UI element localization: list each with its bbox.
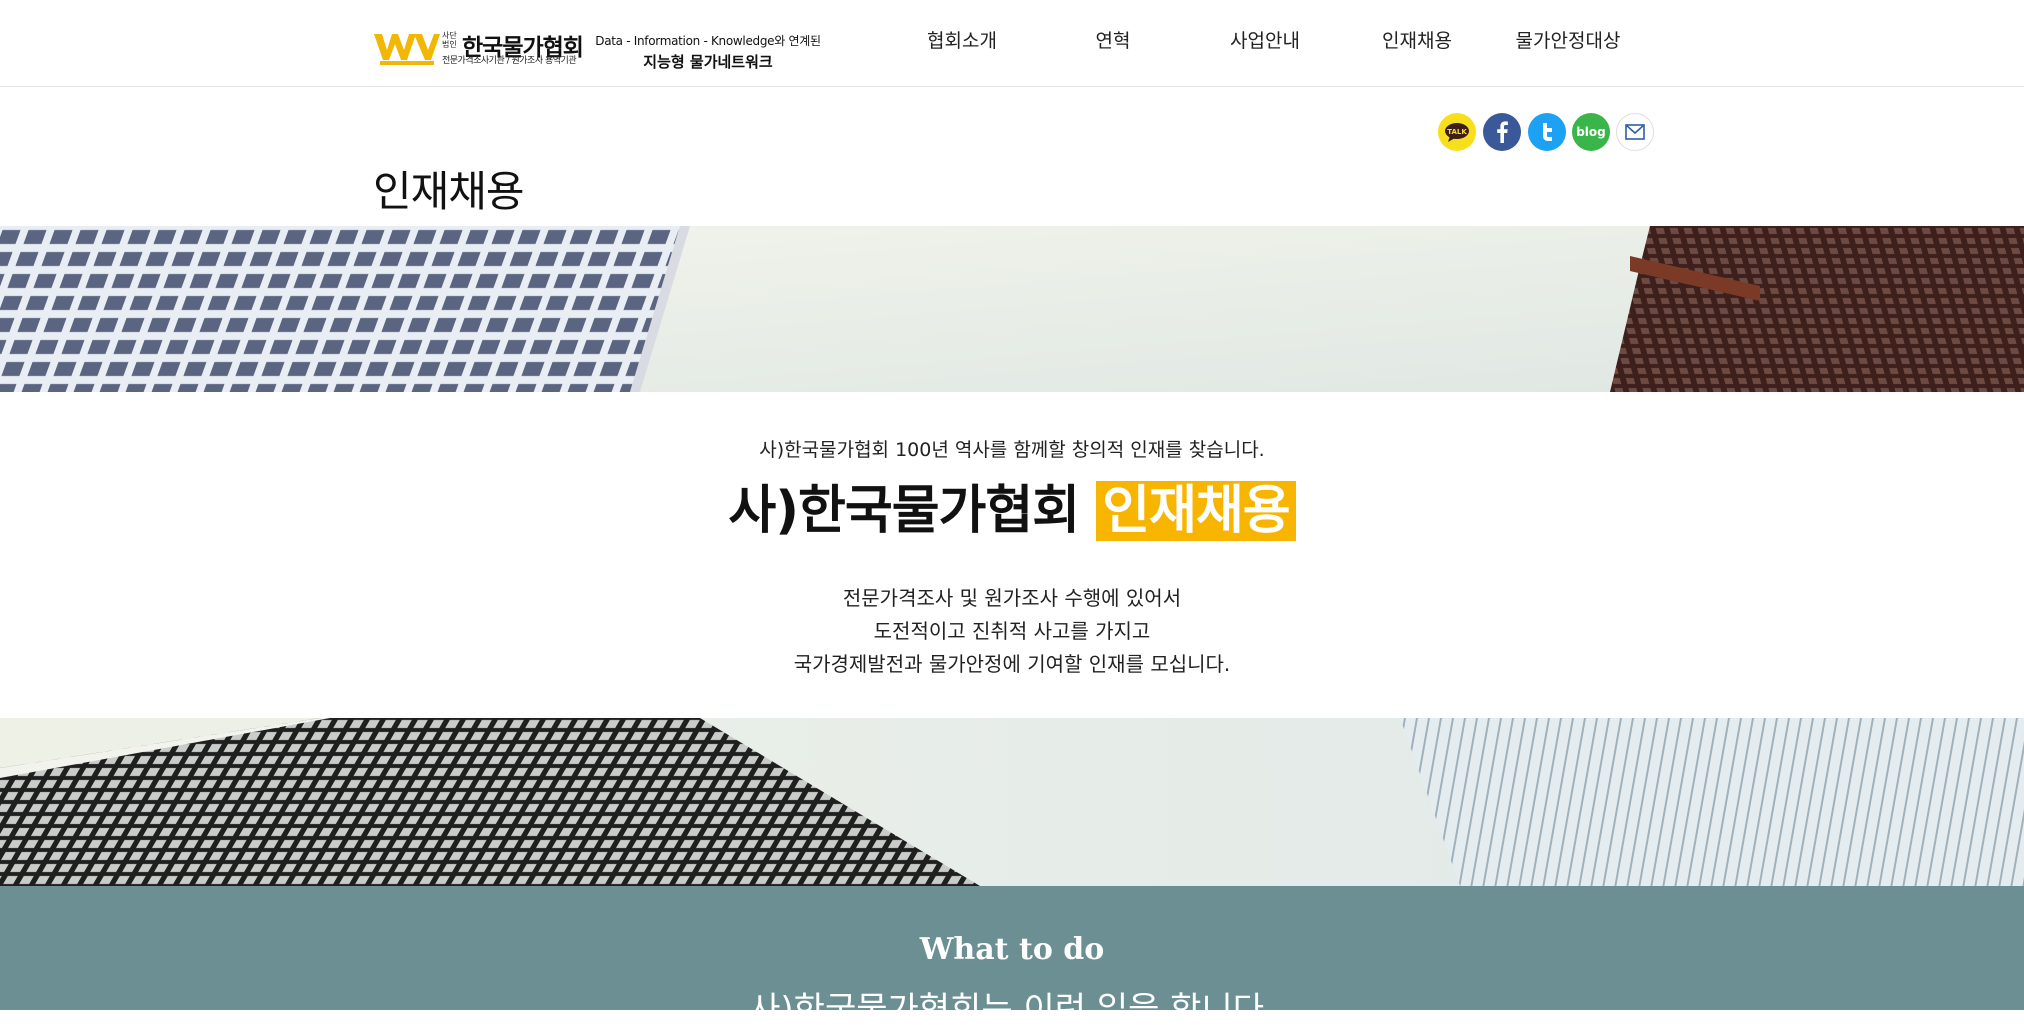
hero-image-top — [0, 226, 2024, 392]
facebook-share-icon[interactable] — [1483, 113, 1521, 151]
slogan-line-2: 지능형 물가네트워크 — [643, 53, 773, 71]
twitter-logo-icon — [1543, 123, 1552, 141]
kakaotalk-label: TALK — [1447, 128, 1467, 136]
intro-description: 전문가격조사 및 원가조사 수행에 있어서 도전적이고 진취적 사고를 가지고 … — [0, 582, 2024, 681]
what-to-do-section: What to do 사)한국물가협회는 이런 일을 합니다. — [0, 886, 2024, 1030]
blog-share-icon[interactable]: blog — [1572, 113, 1610, 151]
nav-item-recruit[interactable]: 인재채용 — [1382, 26, 1452, 53]
nav-item-business[interactable]: 사업안내 — [1230, 26, 1300, 53]
kakaotalk-share-icon[interactable]: TALK — [1438, 113, 1476, 151]
blog-label: blog — [1576, 125, 1606, 139]
section-subtitle: 사)한국물가협회는 이런 일을 합니다. — [749, 990, 1275, 1030]
header-slogan: Data - Information - Knowledge와 연계된 지능형 … — [593, 32, 823, 72]
site-logo[interactable]: 사단 법인 한국물가협회 전문가격조사기관 / 원가조사 용역기관 — [374, 28, 584, 70]
nav-item-history[interactable]: 연혁 — [1096, 26, 1131, 53]
intro-lead-text: 사)한국물가협회 100년 역사를 함께할 창의적 인재를 찾습니다. — [759, 439, 1265, 461]
logo-sub-text: 사단 법인 — [442, 31, 457, 49]
desc-line-1: 전문가격조사 및 원가조사 수행에 있어서 — [842, 586, 1182, 610]
kakaotalk-bubble-icon: TALK — [1445, 123, 1469, 142]
nav-item-about[interactable]: 협회소개 — [927, 26, 997, 53]
slogan-line-1: Data - Information - Knowledge와 연계된 — [595, 34, 821, 48]
section-title: What to do — [919, 932, 1105, 967]
headline-highlight: 인재채용 — [1096, 481, 1296, 541]
twitter-share-icon[interactable] — [1528, 113, 1566, 151]
email-share-icon[interactable] — [1616, 113, 1654, 151]
mail-envelope-icon — [1625, 124, 1645, 140]
facebook-logo-icon — [1497, 121, 1508, 143]
site-header: 사단 법인 한국물가협회 전문가격조사기관 / 원가조사 용역기관 Data - … — [0, 0, 2024, 87]
desc-line-2: 도전적이고 진취적 사고를 가지고 — [873, 619, 1151, 643]
nav-item-price-award[interactable]: 물가안정대상 — [1516, 26, 1621, 53]
desc-line-3: 국가경제발전과 물가안정에 기여할 인재를 모십니다. — [793, 652, 1231, 676]
page-title: 인재채용 — [373, 167, 525, 217]
headline-org-name: 사)한국물가협회 — [728, 481, 1080, 541]
intro-headline: 사)한국물가협회 인재채용 — [0, 468, 2024, 543]
hero-image-bottom — [0, 718, 2024, 886]
logo-tagline: 전문가격조사기관 / 원가조사 용역기관 — [442, 56, 577, 66]
logo-mark-icon — [374, 34, 440, 65]
